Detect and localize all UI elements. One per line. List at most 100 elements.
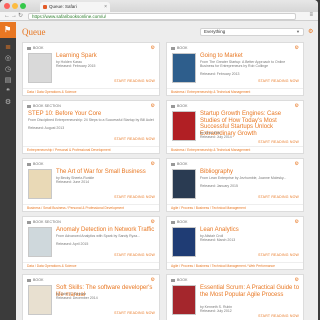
browser-menu-icon[interactable]: ≡ [309, 12, 313, 18]
tab-close-icon[interactable]: × [104, 2, 107, 12]
book-icon [171, 162, 175, 166]
card-topics[interactable]: Business / Entrepreneurship & Technical … [167, 88, 303, 96]
url-field[interactable]: https://www.safaribooksonline.com/u/ [28, 13, 296, 20]
book-cover[interactable] [28, 53, 52, 83]
queue-card[interactable]: BOOK ⚙ The Art of War for Small Business… [22, 158, 160, 212]
topics-icon[interactable]: ▤ [4, 77, 12, 85]
maximize-window-button[interactable] [20, 3, 26, 9]
start-reading-button[interactable]: START READING NOW [258, 79, 299, 83]
queue-card[interactable]: BOOK ⚙ Lean Analytics by Alistair Croll … [166, 216, 304, 270]
card-options-icon[interactable]: ⚙ [151, 45, 155, 51]
start-reading-button[interactable]: START READING NOW [114, 137, 155, 141]
book-cover[interactable] [28, 227, 52, 257]
start-reading-button[interactable]: START READING NOW [114, 311, 155, 315]
card-title[interactable]: Learning Spark [56, 53, 156, 60]
card-topics[interactable]: Data / Data Operations & Science [23, 88, 159, 96]
queue-card[interactable]: BOOK ⚙ Essential Scrum: A Practical Guid… [166, 274, 304, 320]
book-icon [27, 162, 31, 166]
start-reading-button[interactable]: START READING NOW [258, 314, 299, 318]
main-content: Queue Everything ▼ ⚙ BOOK ⚙ Learning Spa… [16, 22, 318, 320]
book-cover[interactable] [28, 169, 52, 199]
card-title[interactable]: Bibliography [200, 169, 300, 176]
back-arrow-icon[interactable]: ← [4, 13, 10, 20]
card-title[interactable]: Lean Analytics [200, 227, 300, 234]
card-released: Released: December 2014 [56, 296, 98, 300]
queue-card[interactable]: BOOK ⚙ Startup Growth Engines: Case Stud… [166, 100, 304, 154]
queue-card[interactable]: BOOK ⚙ Bibliography From Lean Enterprise… [166, 158, 304, 212]
book-icon [27, 46, 31, 50]
queue-settings-icon[interactable]: ⚙ [308, 28, 313, 36]
card-type: BOOK [27, 46, 44, 50]
card-topics[interactable]: Agile / Process / Business / Technical M… [167, 204, 303, 212]
card-options-icon[interactable]: ⚙ [295, 277, 299, 283]
card-topics[interactable]: Data / Data Operations & Science [23, 262, 159, 270]
card-title[interactable]: Going to Market [200, 53, 300, 60]
book-icon [27, 220, 31, 224]
card-options-icon[interactable]: ⚙ [295, 103, 299, 109]
card-released: Released: July 2012 [200, 309, 232, 313]
card-type: BOOK [171, 220, 188, 224]
book-cover[interactable] [28, 285, 52, 315]
card-options-icon[interactable]: ⚙ [151, 161, 155, 167]
settings-icon[interactable]: ⚙ [4, 99, 12, 107]
start-reading-button[interactable]: START READING NOW [258, 253, 299, 257]
card-byline: From Disciplined Entrepreneurship: 24 St… [28, 118, 154, 122]
card-title[interactable]: The Art of War for Small Business [56, 169, 156, 176]
book-icon [171, 104, 175, 108]
card-type: BOOK [171, 46, 188, 50]
card-topics[interactable]: Business / Small Business / Personal & P… [23, 204, 159, 212]
highlights-icon[interactable]: ❝ [4, 88, 12, 96]
book-icon [171, 46, 175, 50]
card-topics[interactable]: Agile / Process / Business / Technical M… [167, 262, 303, 270]
queue-icon[interactable]: ≣ [4, 44, 12, 52]
forward-arrow-icon[interactable]: → [11, 13, 17, 20]
card-byline: From Lean Enterprise by Jezhumble, Joann… [200, 176, 287, 180]
reload-icon[interactable]: ↻ [18, 13, 23, 20]
book-cover[interactable] [172, 227, 196, 257]
queue-card[interactable]: BOOK ⚙ Learning Spark by Holden Karau Re… [22, 42, 160, 96]
browser-tab[interactable]: Queue: Safari × [40, 2, 110, 12]
card-topics[interactable]: Entrepreneurship / Personal & Profession… [23, 146, 159, 154]
card-type: BOOK [27, 278, 44, 282]
card-released: Released: July 2014 [200, 135, 232, 139]
book-cover[interactable] [172, 169, 196, 199]
start-reading-button[interactable]: START READING NOW [114, 253, 155, 257]
queue-card[interactable]: BOOK SECTION ⚙ Anomaly Detection in Netw… [22, 216, 160, 270]
filter-select[interactable]: Everything ▼ [200, 28, 304, 36]
start-reading-button[interactable]: START READING NOW [258, 140, 299, 144]
card-title[interactable]: Essential Scrum: A Practical Guide to th… [200, 285, 300, 298]
card-options-icon[interactable]: ⚙ [151, 277, 155, 283]
card-options-icon[interactable]: ⚙ [295, 219, 299, 225]
book-icon [171, 278, 175, 282]
book-cover[interactable] [172, 53, 196, 83]
start-reading-button[interactable]: START READING NOW [258, 195, 299, 199]
card-byline: From The Greater Startup: A Better Appro… [200, 60, 286, 68]
card-topics[interactable]: Business / Entrepreneurship & Technical … [167, 146, 303, 154]
card-title[interactable]: Anomaly Detection in Network Traffic [56, 227, 156, 234]
minimize-window-button[interactable] [12, 3, 18, 9]
history-icon[interactable]: ◷ [4, 66, 12, 74]
card-options-icon[interactable]: ⚙ [151, 103, 155, 109]
card-released: Released: February 2015 [56, 64, 96, 68]
card-type: BOOK SECTION [27, 104, 61, 108]
book-cover[interactable] [172, 285, 196, 315]
card-options-icon[interactable]: ⚙ [295, 161, 299, 167]
close-window-button[interactable] [4, 3, 10, 9]
start-reading-button[interactable]: START READING NOW [114, 195, 155, 199]
tab-title: Queue: Safari [49, 4, 77, 9]
card-released: Released: February 2013 [200, 72, 240, 76]
card-byline: From Advanced Analytics with Spark by Sa… [56, 234, 141, 238]
queue-card[interactable]: BOOK ⚙ Soft Skills: The software develop… [22, 274, 160, 320]
chevron-down-icon: ▼ [296, 29, 300, 34]
compass-icon[interactable]: ◎ [4, 55, 12, 63]
start-reading-button[interactable]: START READING NOW [114, 79, 155, 83]
book-cover[interactable] [172, 111, 196, 141]
queue-card[interactable]: BOOK ⚙ Going to Market From The Greater … [166, 42, 304, 96]
safari-logo[interactable]: ⚑ [0, 22, 16, 38]
queue-card[interactable]: BOOK SECTION ⚙ STEP 10: Before Your Core… [22, 100, 160, 154]
card-options-icon[interactable]: ⚙ [151, 219, 155, 225]
card-released: Released: April 2015 [56, 242, 89, 246]
card-options-icon[interactable]: ⚙ [295, 45, 299, 51]
card-released: Released: January 2015 [200, 184, 238, 188]
card-title[interactable]: STEP 10: Before Your Core [28, 111, 156, 118]
